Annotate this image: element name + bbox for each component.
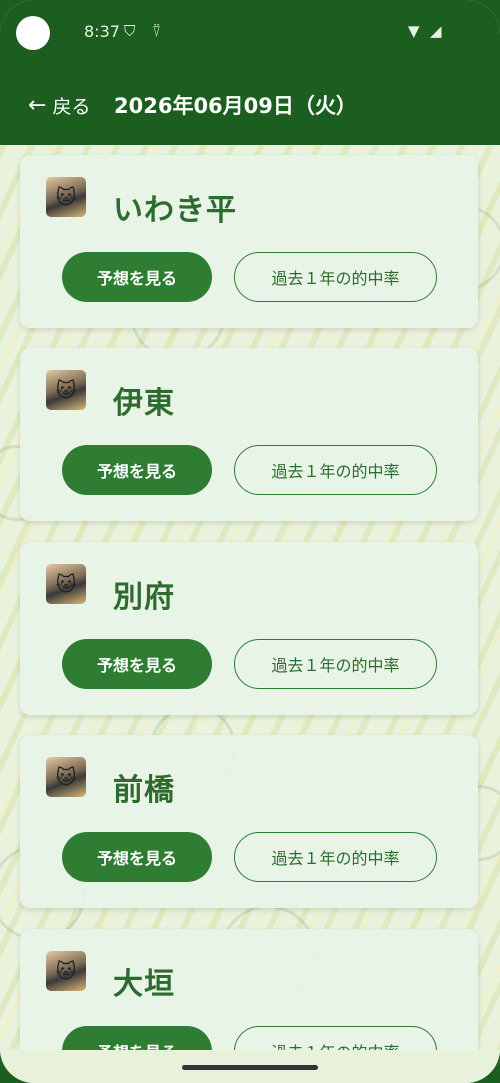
back-button[interactable]: ← 戻る — [28, 92, 90, 119]
gesture-handle[interactable] — [182, 1065, 318, 1070]
sim-icon: ⍢ — [152, 22, 162, 40]
view-prediction-button[interactable]: 予想を見る — [62, 445, 212, 495]
camera-cutout — [16, 16, 50, 50]
page-title: 2026年06月09日（火） — [114, 94, 357, 118]
navigation-bar — [0, 1050, 500, 1083]
venue-thumbnail: 🐱 — [46, 757, 86, 797]
venue-name: 大垣 — [113, 967, 175, 1002]
shield-icon: ⛉ — [124, 22, 136, 40]
venue-name: 別府 — [113, 580, 175, 615]
venue-card: 🐱 別府 予想を見る 過去１年の的中率 — [20, 542, 478, 715]
past-year-hit-rate-button[interactable]: 過去１年の的中率 — [234, 445, 437, 495]
arrow-left-icon: ← — [28, 92, 47, 118]
view-prediction-button[interactable]: 予想を見る — [62, 252, 212, 302]
venue-thumbnail: 🐱 — [46, 951, 86, 991]
venue-card: 🐱 前橋 予想を見る 過去１年の的中率 — [20, 735, 478, 908]
venue-thumbnail: 🐱 — [46, 370, 86, 410]
app-bar: ← 戻る 2026年06月09日（火） — [0, 64, 500, 145]
signal-icon: ◢ — [430, 22, 442, 40]
venue-card: 🐱 大垣 予想を見る 過去１年の的中率 — [20, 929, 478, 1050]
screen: 8:37 ⛉ ⍢ ▼ ◢ ← 戻る 2026年06月09日（火） 🐱 いわき平 … — [0, 0, 500, 1083]
status-bar: 8:37 ⛉ ⍢ ▼ ◢ — [0, 0, 500, 64]
venue-name: 前橋 — [113, 773, 175, 808]
venue-name: 伊東 — [113, 386, 175, 421]
venue-card: 🐱 いわき平 予想を見る 過去１年の的中率 — [20, 155, 478, 328]
past-year-hit-rate-button[interactable]: 過去１年の的中率 — [234, 832, 437, 882]
venue-name: いわき平 — [113, 193, 237, 228]
wifi-icon: ▼ — [408, 22, 420, 40]
past-year-hit-rate-button[interactable]: 過去１年の的中率 — [234, 639, 437, 689]
back-label: 戻る — [52, 96, 91, 118]
venue-thumbnail: 🐱 — [46, 177, 86, 217]
status-time: 8:37 — [84, 22, 120, 41]
venue-list[interactable]: 🐱 いわき平 予想を見る 過去１年の的中率 🐱 伊東 予想を見る 過去１年の的中… — [0, 145, 500, 1050]
view-prediction-button[interactable]: 予想を見る — [62, 832, 212, 882]
past-year-hit-rate-button[interactable]: 過去１年の的中率 — [234, 1026, 437, 1050]
venue-card: 🐱 伊東 予想を見る 過去１年の的中率 — [20, 348, 478, 521]
view-prediction-button[interactable]: 予想を見る — [62, 639, 212, 689]
past-year-hit-rate-button[interactable]: 過去１年の的中率 — [234, 252, 437, 302]
view-prediction-button[interactable]: 予想を見る — [62, 1026, 212, 1050]
venue-thumbnail: 🐱 — [46, 564, 86, 604]
